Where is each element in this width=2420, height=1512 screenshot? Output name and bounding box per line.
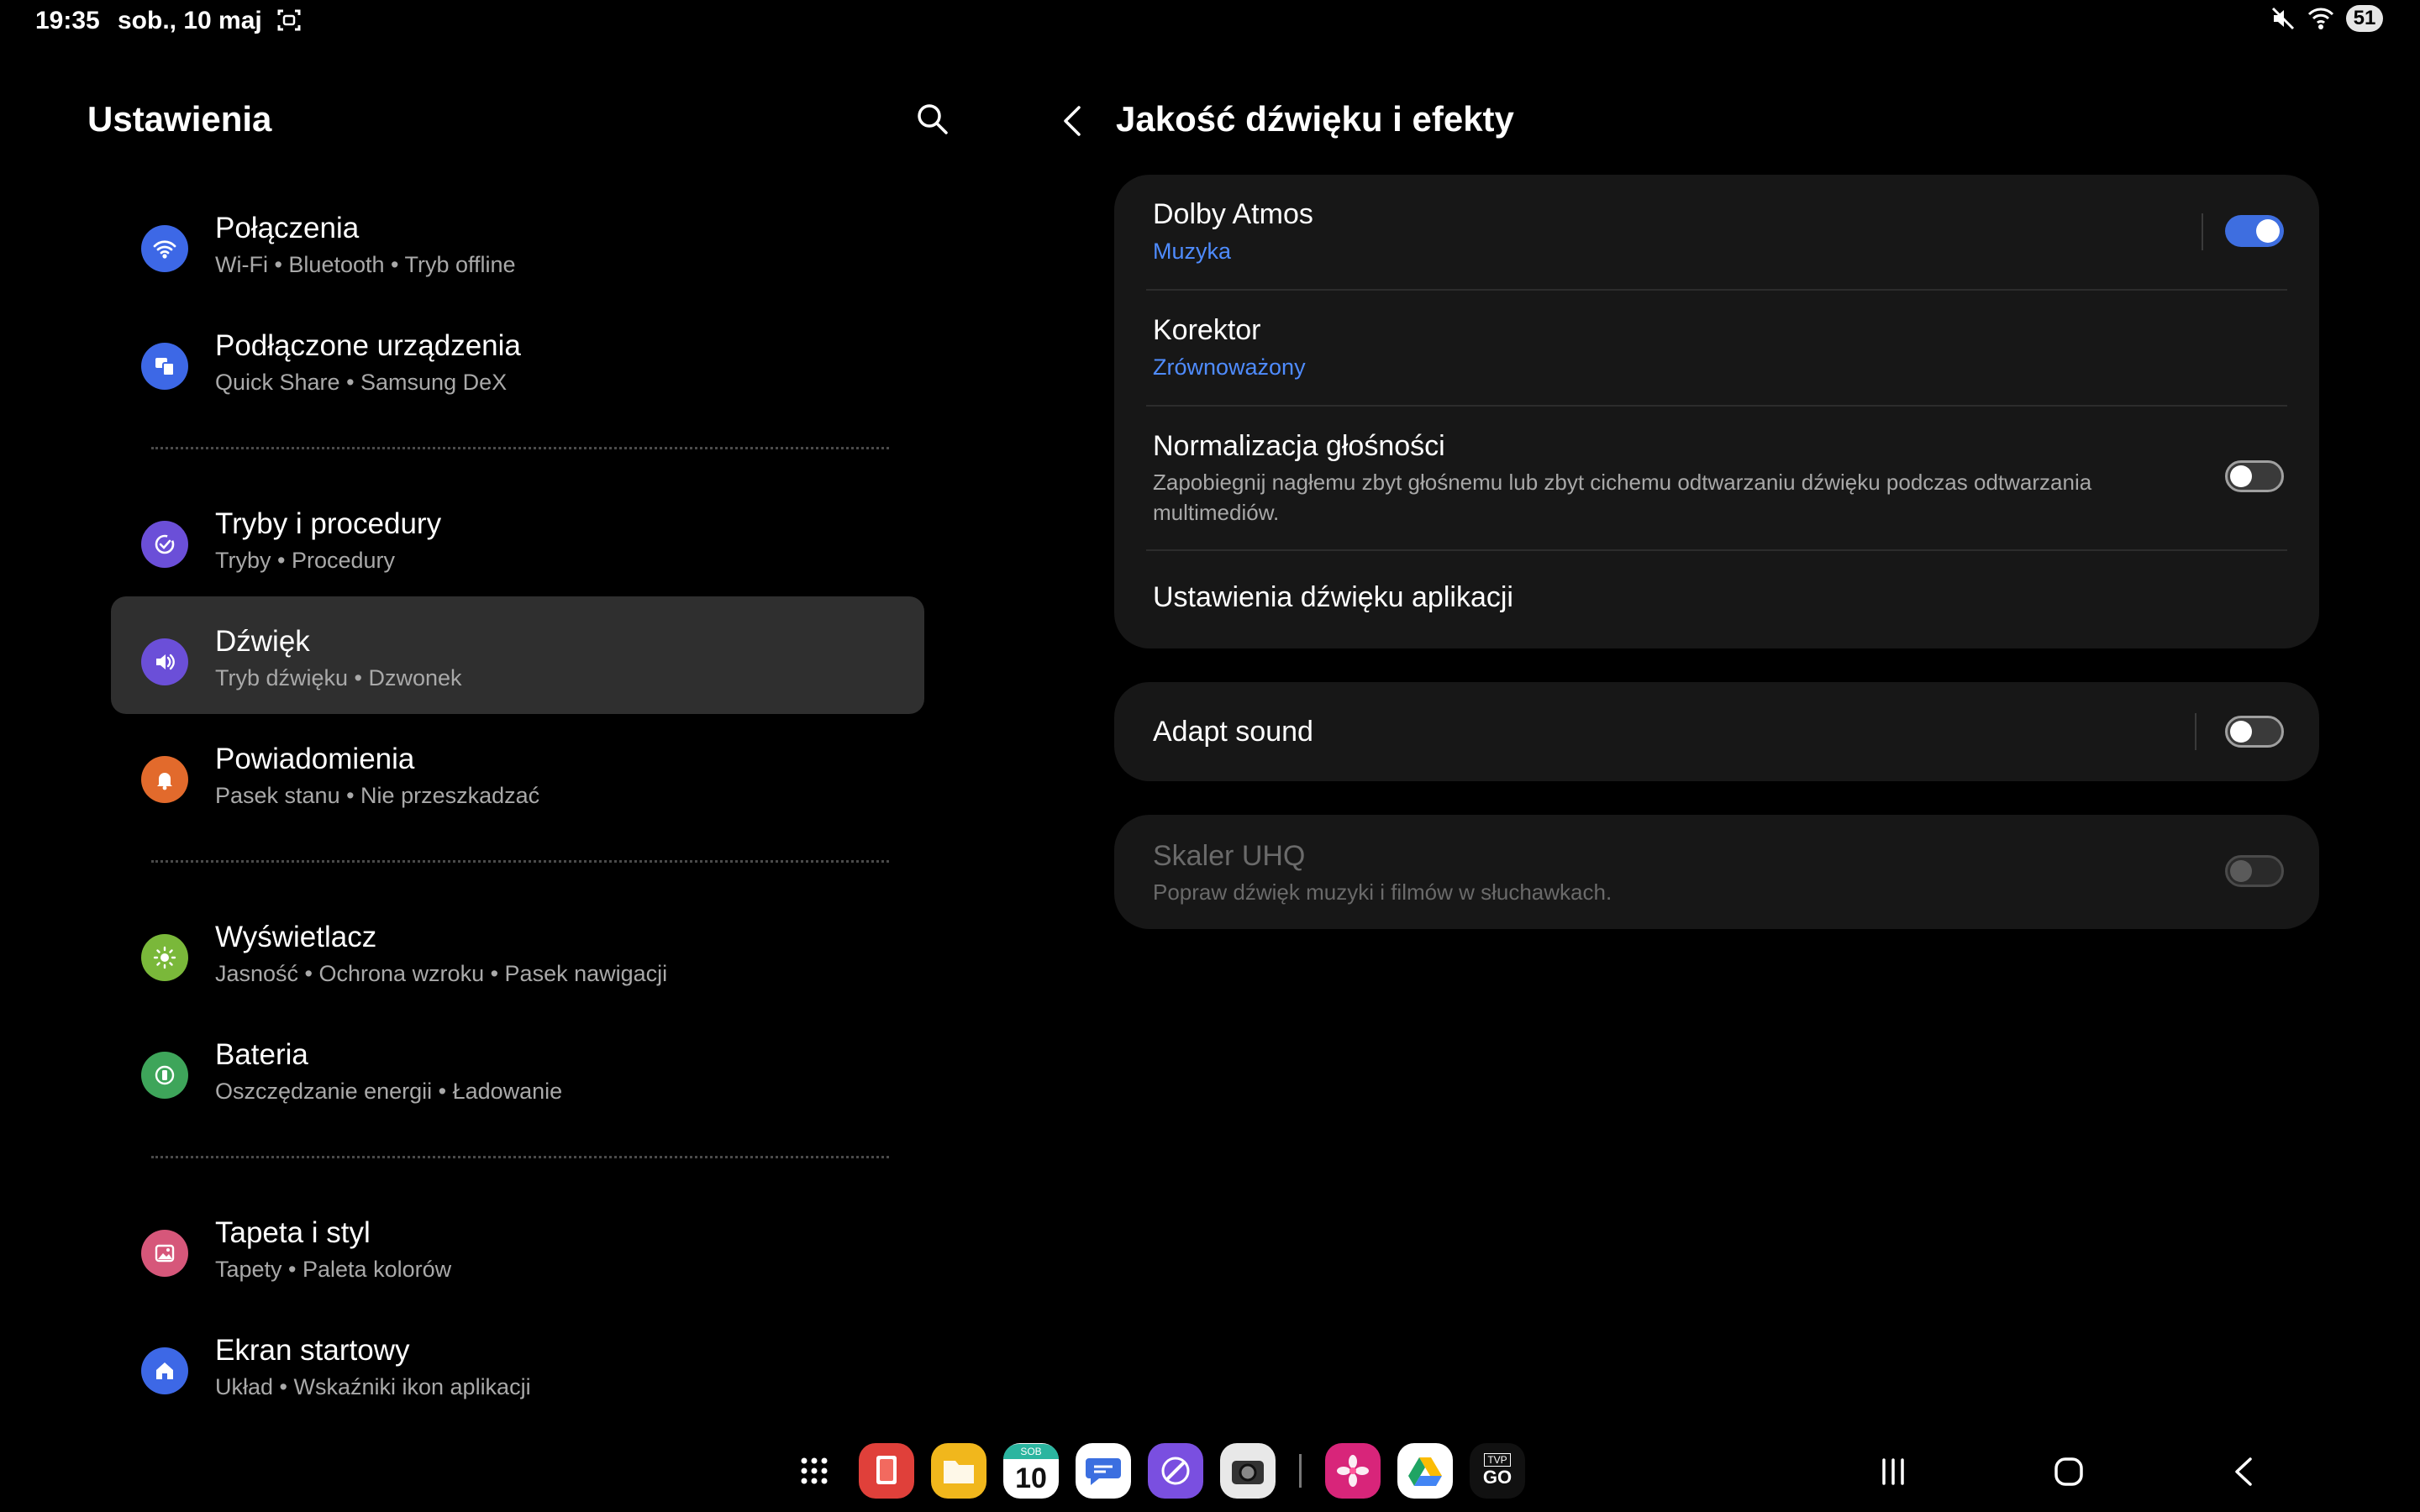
menu-item-subtitle: Wi-Fi • Bluetooth • Tryb offline: [215, 252, 516, 277]
volume-normalization-toggle[interactable]: [2225, 460, 2284, 492]
browser-app-icon[interactable]: [1148, 1443, 1203, 1499]
menu-item-title: Bateria: [215, 1038, 308, 1071]
menu-item-title: Tapeta i styl: [215, 1216, 371, 1249]
menu-item-display[interactable]: Wyświetlacz Jasność • Ochrona wzroku • P…: [111, 892, 924, 1010]
menu-item-subtitle: Tryb dźwięku • Dzwonek: [215, 665, 462, 690]
speaker-icon: [141, 638, 188, 685]
adapt-sound-title: Adapt sound: [1153, 716, 1313, 748]
uhq-upscaler-title: Skaler UHQ: [1153, 840, 1306, 872]
bell-icon: [141, 756, 188, 803]
menu-item-subtitle: Tapety • Paleta kolorów: [215, 1257, 452, 1282]
gallery-app-icon[interactable]: [1325, 1443, 1381, 1499]
dock-divider: [1299, 1454, 1302, 1488]
menu-item-title: Podłączone urządzenia: [215, 329, 521, 362]
app-sound-settings-row[interactable]: Ustawienia dźwięku aplikacji: [1114, 551, 2319, 648]
status-time: 19:35: [35, 7, 100, 34]
equalizer-value: Zrównoważony: [1153, 354, 1306, 380]
equalizer-row[interactable]: Korektor Zrównoważony: [1114, 291, 2319, 405]
modes-icon: [141, 521, 188, 568]
dolby-atmos-row[interactable]: Dolby Atmos Muzyka: [1114, 175, 2319, 289]
menu-item-subtitle: Pasek stanu • Nie przeszkadzać: [215, 783, 540, 808]
sound-settings-card: Dolby Atmos Muzyka Korektor Zrównoważony…: [1114, 175, 2319, 648]
back-arrow-icon[interactable]: [1055, 101, 1092, 141]
tvp-go-label: GO: [1482, 1467, 1512, 1488]
section-divider: [151, 1156, 889, 1158]
vertical-divider: [2202, 213, 2203, 250]
wallpaper-icon: [141, 1230, 188, 1277]
camera-app-icon[interactable]: [1220, 1443, 1276, 1499]
status-bar: 19:35 sob., 10 maj 51: [0, 0, 2420, 44]
menu-item-title: Dźwięk: [215, 625, 310, 658]
page-title: Jakość dźwięku i efekty: [1116, 99, 1514, 139]
calendar-app-icon[interactable]: SOB 10: [1003, 1443, 1059, 1499]
apps-grid-icon[interactable]: [786, 1443, 842, 1499]
volume-normalization-description: Zapobiegnij nagłemu zbyt głośnemu lub zb…: [1153, 470, 2092, 525]
calendar-weekday: SOB: [1003, 1444, 1059, 1459]
settings-title: Ustawienia: [87, 99, 272, 139]
uhq-upscaler-description: Popraw dźwięk muzyki i filmów w słuchawk…: [1153, 879, 1612, 905]
home-icon: [141, 1347, 188, 1394]
screenshot-icon: [277, 9, 301, 31]
menu-item-home-screen[interactable]: Ekran startowy Układ • Wskaźniki ikon ap…: [111, 1305, 924, 1423]
menu-item-title: Ekran startowy: [215, 1334, 410, 1367]
dolby-atmos-title: Dolby Atmos: [1153, 198, 1313, 230]
drive-app-icon[interactable]: [1397, 1443, 1453, 1499]
menu-item-battery[interactable]: Bateria Oszczędzanie energii • Ładowanie: [111, 1010, 924, 1127]
battery-icon: [141, 1052, 188, 1099]
menu-item-title: Wyświetlacz: [215, 921, 377, 953]
menu-item-connected-devices[interactable]: Podłączone urządzenia Quick Share • Sams…: [111, 301, 924, 418]
menu-item-subtitle: Układ • Wskaźniki ikon aplikacji: [215, 1374, 531, 1399]
search-icon[interactable]: [914, 101, 951, 138]
menu-item-sound[interactable]: Dźwięk Tryb dźwięku • Dzwonek: [111, 596, 924, 714]
battery-indicator: 51: [2346, 5, 2383, 32]
equalizer-title: Korektor: [1153, 314, 1261, 346]
wifi-icon: [141, 225, 188, 272]
menu-item-subtitle: Oszczędzanie energii • Ładowanie: [215, 1079, 563, 1104]
menu-item-subtitle: Tryby • Procedury: [215, 548, 396, 573]
menu-item-title: Połączenia: [215, 212, 360, 244]
home-nav-icon[interactable]: [2047, 1453, 2089, 1490]
menu-item-notifications[interactable]: Powiadomienia Pasek stanu • Nie przeszka…: [111, 714, 924, 832]
recent-apps-icon[interactable]: [1872, 1453, 1914, 1490]
menu-item-subtitle: Quick Share • Samsung DeX: [215, 370, 508, 395]
vertical-divider: [2195, 713, 2196, 750]
status-date: sob., 10 maj: [118, 7, 262, 34]
menu-item-subtitle: Jasność • Ochrona wzroku • Pasek nawigac…: [215, 961, 668, 986]
menu-item-title: Tryby i procedury: [215, 507, 442, 540]
section-divider: [151, 447, 889, 449]
tvp-go-app-icon[interactable]: TVP GO: [1470, 1443, 1525, 1499]
notes-app-icon[interactable]: [859, 1443, 914, 1499]
dolby-atmos-value: Muzyka: [1153, 239, 1232, 264]
files-app-icon[interactable]: [931, 1443, 986, 1499]
back-nav-icon[interactable]: [2223, 1453, 2265, 1490]
section-divider: [151, 860, 889, 863]
app-sound-settings-title: Ustawienia dźwięku aplikacji: [1153, 581, 1513, 613]
dolby-atmos-toggle[interactable]: [2225, 215, 2284, 247]
menu-item-modes-routines[interactable]: Tryby i procedury Tryby • Procedury: [111, 479, 924, 596]
tvp-label: TVP: [1484, 1453, 1511, 1467]
devices-icon: [141, 343, 188, 390]
brightness-icon: [141, 934, 188, 981]
menu-item-title: Powiadomienia: [215, 743, 415, 775]
messages-app-icon[interactable]: [1076, 1443, 1131, 1499]
volume-normalization-row[interactable]: Normalizacja głośności Zapobiegnij nagłe…: [1114, 407, 2319, 549]
taskbar-dock: SOB 10 TVP GO: [786, 1443, 1525, 1499]
menu-item-connections[interactable]: Połączenia Wi-Fi • Bluetooth • Tryb offl…: [111, 183, 924, 301]
adapt-sound-toggle[interactable]: [2225, 716, 2284, 748]
wifi-status-icon: [2307, 8, 2334, 29]
uhq-upscaler-toggle: [2225, 855, 2284, 887]
uhq-upscaler-card: Skaler UHQ Popraw dźwięk muzyki i filmów…: [1114, 815, 2319, 929]
menu-item-wallpaper[interactable]: Tapeta i styl Tapety • Paleta kolorów: [111, 1188, 924, 1305]
mute-icon: [2271, 7, 2295, 30]
volume-normalization-title: Normalizacja głośności: [1153, 430, 1445, 462]
adapt-sound-card[interactable]: Adapt sound: [1114, 682, 2319, 781]
calendar-day: 10: [1015, 1462, 1047, 1494]
